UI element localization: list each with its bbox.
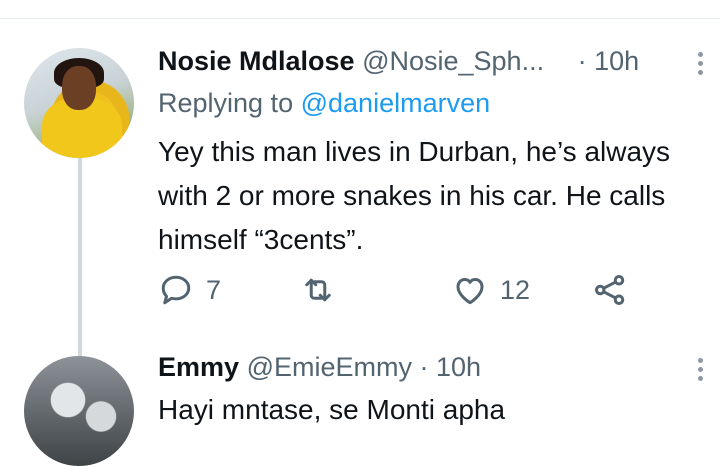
timestamp[interactable]: 10h xyxy=(436,352,481,382)
separator: · xyxy=(577,46,587,76)
display-name[interactable]: Nosie Mdlalose xyxy=(158,46,355,76)
tweet-text: Yey this man lives in Durban, he’s alway… xyxy=(158,130,718,262)
reply-bubble-icon xyxy=(161,275,191,305)
avatar[interactable] xyxy=(24,356,134,466)
tweet-text: Hayi mntase, se Monti apha xyxy=(158,388,718,432)
replying-to: Replying to @danielmarven xyxy=(158,86,490,120)
more-vertical-icon[interactable] xyxy=(696,354,704,385)
retweet-icon xyxy=(305,278,331,302)
avatar-face xyxy=(62,66,96,110)
like-button[interactable]: 12 xyxy=(452,270,530,310)
display-name[interactable]: Emmy xyxy=(158,352,239,382)
like-count: 12 xyxy=(500,274,531,305)
timestamp[interactable]: 10h xyxy=(594,46,639,76)
heart-icon xyxy=(456,278,484,305)
replying-prefix: Replying to xyxy=(158,88,294,118)
reply-count: 7 xyxy=(206,274,222,305)
thread-line xyxy=(78,158,82,378)
retweet-button[interactable] xyxy=(300,270,348,310)
tweet-text-line: himself “3cents”. xyxy=(158,224,364,255)
share-button[interactable] xyxy=(592,270,628,310)
more-vertical-icon[interactable] xyxy=(696,48,704,79)
reply-button[interactable]: 7 xyxy=(158,270,221,310)
tweet-actions: 7 12 xyxy=(158,270,658,310)
tweet-header: Emmy @EmieEmmy · 10h xyxy=(158,350,481,384)
separator: · xyxy=(419,352,429,382)
tweet-header: Nosie Mdlalose @Nosie_Sph... · 10h xyxy=(158,44,639,78)
tweet-text-line: Hayi mntase, se Monti apha xyxy=(158,394,506,425)
share-icon xyxy=(595,275,625,305)
replying-handle-link[interactable]: @danielmarven xyxy=(301,88,491,118)
top-divider xyxy=(0,18,720,19)
tweet-text-line: Yey this man lives in Durban, he’s alway… xyxy=(158,136,671,167)
user-handle[interactable]: @EmieEmmy xyxy=(247,352,412,382)
user-handle[interactable]: @Nosie_Sph... xyxy=(362,46,544,76)
avatar[interactable] xyxy=(24,48,134,158)
tweet-text-line: with 2 or more snakes in his car. He cal… xyxy=(158,180,666,211)
